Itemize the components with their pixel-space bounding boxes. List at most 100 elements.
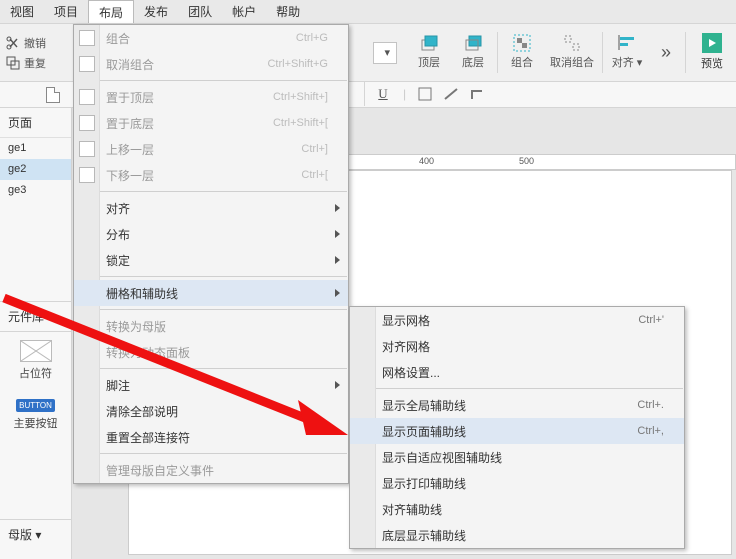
submenu-arrow-icon xyxy=(335,230,340,238)
grid-guides-submenu: 显示网格Ctrl+' 对齐网格 网格设置... 显示全局辅助线Ctrl+. 显示… xyxy=(349,306,685,549)
style-select[interactable]: ▾ xyxy=(373,42,397,64)
menu-item-grid-settings[interactable]: 网格设置... xyxy=(350,359,684,385)
menu-item-send-backward[interactable]: 下移一层Ctrl+[ xyxy=(74,162,348,188)
preview-label: 预览 xyxy=(701,55,723,71)
layout-dropdown-menu: 组合Ctrl+G 取消组合Ctrl+Shift+G 置于顶层Ctrl+Shift… xyxy=(73,24,349,484)
menu-item-bottom-guides[interactable]: 底层显示辅助线 xyxy=(350,522,684,548)
menu-item-convert-master[interactable]: 转换为母版 xyxy=(74,313,348,339)
duplicate-button[interactable]: 重复 xyxy=(6,55,68,71)
menu-item-show-print-guides[interactable]: 显示打印辅助线 xyxy=(350,470,684,496)
send-backward-icon xyxy=(79,167,95,183)
menu-publish[interactable]: 发布 xyxy=(134,0,178,23)
button-badge-icon: BUTTON xyxy=(16,399,55,412)
document-icon[interactable] xyxy=(46,87,60,103)
page-item[interactable]: ge3 xyxy=(0,180,71,201)
send-back-icon xyxy=(464,34,482,52)
more-button[interactable]: » xyxy=(649,24,683,80)
preview-button[interactable]: 预览 xyxy=(688,24,736,80)
page-item[interactable]: ge2 xyxy=(0,159,71,180)
menu-item-snap-guides[interactable]: 对齐辅助线 xyxy=(350,496,684,522)
chevron-down-icon: ▾ xyxy=(384,46,390,59)
bring-front-icon xyxy=(420,34,438,52)
submenu-arrow-icon xyxy=(335,381,340,389)
menu-item-ungroup[interactable]: 取消组合Ctrl+Shift+G xyxy=(74,51,348,77)
menubar: 视图 项目 布局 发布 团队 帐户 帮助 xyxy=(0,0,736,24)
submenu-arrow-icon xyxy=(335,204,340,212)
group-label: 组合 xyxy=(511,54,533,70)
menu-team[interactable]: 团队 xyxy=(178,0,222,23)
menu-account[interactable]: 帐户 xyxy=(222,0,266,23)
menu-item-footnote[interactable]: 脚注 xyxy=(74,372,348,398)
undo-label: 撤销 xyxy=(24,35,46,51)
menu-item-grid-guides[interactable]: 栅格和辅助线 xyxy=(74,280,348,306)
ungroup-label: 取消组合 xyxy=(550,54,594,70)
text-format-strip: U | xyxy=(364,82,736,106)
library-items: 占位符 BUTTON 主要按钮 xyxy=(0,332,71,439)
chevron-down-icon: ▾ xyxy=(35,528,41,542)
page-list: ge1 ge2 ge3 xyxy=(0,138,71,201)
library-item-placeholder[interactable]: 占位符 xyxy=(8,340,63,381)
submenu-arrow-icon xyxy=(335,256,340,264)
masters-panel-title: 母版 ▾ xyxy=(0,519,71,549)
menu-layout[interactable]: 布局 xyxy=(88,0,134,23)
ungroup-button[interactable]: 取消组合 xyxy=(544,24,600,80)
library-panel-title: 元件库 xyxy=(0,301,71,332)
align-label: 对齐 ▾ xyxy=(612,54,643,70)
menu-item-group[interactable]: 组合Ctrl+G xyxy=(74,25,348,51)
menu-item-send-back[interactable]: 置于底层Ctrl+Shift+[ xyxy=(74,110,348,136)
fill-color-icon[interactable] xyxy=(418,87,432,101)
menu-help[interactable]: 帮助 xyxy=(266,0,310,23)
left-panel: 页面 ge1 ge2 ge3 元件库 占位符 BUTTON 主要按钮 母版 ▾ xyxy=(0,108,72,559)
page-item[interactable]: ge1 xyxy=(0,138,71,159)
menu-item-clear-notes[interactable]: 清除全部说明 xyxy=(74,398,348,424)
group-icon xyxy=(79,30,95,46)
align-icon xyxy=(618,34,636,52)
toolbar-left-group: 撤销 重复 xyxy=(0,31,74,75)
menu-item-master-events[interactable]: 管理母版自定义事件 xyxy=(74,457,348,483)
line-color-icon[interactable] xyxy=(444,87,458,101)
group-button[interactable]: 组合 xyxy=(500,24,544,80)
library-item-button[interactable]: BUTTON 主要按钮 xyxy=(8,399,63,431)
library-item-label: 占位符 xyxy=(19,365,52,381)
menu-item-show-adaptive-guides[interactable]: 显示自适应视图辅助线 xyxy=(350,444,684,470)
pages-panel-title: 页面 xyxy=(0,108,71,138)
menu-item-bring-forward[interactable]: 上移一层Ctrl+] xyxy=(74,136,348,162)
underline-button[interactable]: U xyxy=(375,86,391,102)
menu-item-distribute[interactable]: 分布 xyxy=(74,221,348,247)
scissors-icon xyxy=(6,36,20,50)
menu-item-lock[interactable]: 锁定 xyxy=(74,247,348,273)
menu-item-show-page-guides[interactable]: 显示页面辅助线Ctrl+, xyxy=(350,418,684,444)
ungroup-icon xyxy=(563,34,581,52)
menu-item-show-global-guides[interactable]: 显示全局辅助线Ctrl+. xyxy=(350,392,684,418)
menu-item-reset-connectors[interactable]: 重置全部连接符 xyxy=(74,424,348,450)
ungroup-icon xyxy=(79,56,95,72)
menu-item-snap-grid[interactable]: 对齐网格 xyxy=(350,333,684,359)
align-button[interactable]: 对齐 ▾ xyxy=(605,24,649,80)
bring-front-icon xyxy=(79,89,95,105)
menu-project[interactable]: 项目 xyxy=(44,0,88,23)
ruler-tick: 500 xyxy=(519,156,534,166)
placeholder-icon xyxy=(20,340,52,362)
duplicate-icon xyxy=(6,56,20,70)
send-back-label: 底层 xyxy=(462,54,484,70)
send-back-icon xyxy=(79,115,95,131)
menu-item-align[interactable]: 对齐 xyxy=(74,195,348,221)
cut-button[interactable]: 撤销 xyxy=(6,35,68,51)
bring-front-button[interactable]: 顶层 xyxy=(407,24,451,80)
play-icon xyxy=(702,33,722,53)
toolbar-right-group: 顶层 底层 组合 取消组合 对齐 ▾ » 预览 xyxy=(407,24,736,81)
submenu-arrow-icon xyxy=(335,289,340,297)
divider: | xyxy=(403,87,406,101)
send-back-button[interactable]: 底层 xyxy=(451,24,495,80)
library-item-label: 主要按钮 xyxy=(14,415,58,431)
line-join-icon[interactable] xyxy=(470,87,484,101)
menu-item-convert-dpanel[interactable]: 转换为动态面板 xyxy=(74,339,348,365)
bring-forward-icon xyxy=(79,141,95,157)
menu-item-show-grid[interactable]: 显示网格Ctrl+' xyxy=(350,307,684,333)
duplicate-label: 重复 xyxy=(24,55,46,71)
group-icon xyxy=(513,34,531,52)
menu-item-bring-front[interactable]: 置于顶层Ctrl+Shift+] xyxy=(74,84,348,110)
bring-front-label: 顶层 xyxy=(418,54,440,70)
menu-view[interactable]: 视图 xyxy=(0,0,44,23)
ruler-tick: 400 xyxy=(419,156,434,166)
